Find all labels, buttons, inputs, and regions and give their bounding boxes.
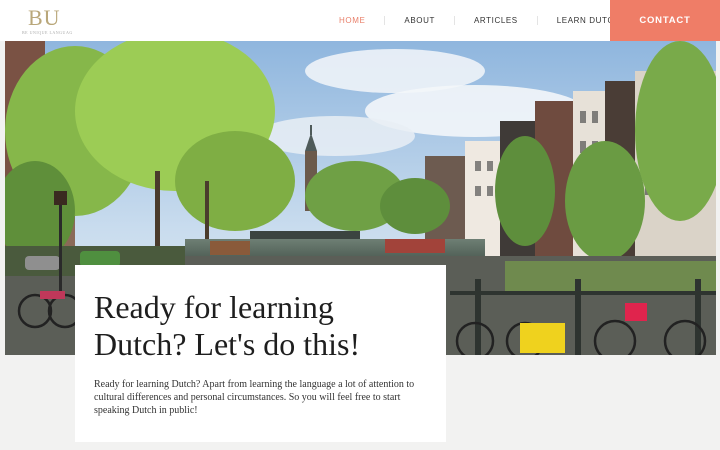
site-header: BU BE UNIQUE LANGUAGE HOME ABOUT ARTICLE… <box>0 0 720 41</box>
nav-item-articles[interactable]: ARTICLES <box>455 16 537 25</box>
hero-card: Ready for learning Dutch? Let's do this!… <box>75 265 446 442</box>
nav-item-home[interactable]: HOME <box>320 16 384 25</box>
brand-logo[interactable]: BU BE UNIQUE LANGUAGE <box>22 5 72 37</box>
hero-body-text: Ready for learning Dutch? Apart from lea… <box>94 379 415 416</box>
logo-tagline: BE UNIQUE LANGUAGE <box>22 30 72 35</box>
hero-heading: Ready for learning Dutch? Let's do this! <box>94 289 361 362</box>
nav-item-about[interactable]: ABOUT <box>385 16 454 25</box>
logo-letters: BU <box>28 5 61 30</box>
contact-button[interactable]: CONTACT <box>610 0 720 41</box>
main-nav: HOME ABOUT ARTICLES LEARN DUTCH <box>320 0 639 41</box>
